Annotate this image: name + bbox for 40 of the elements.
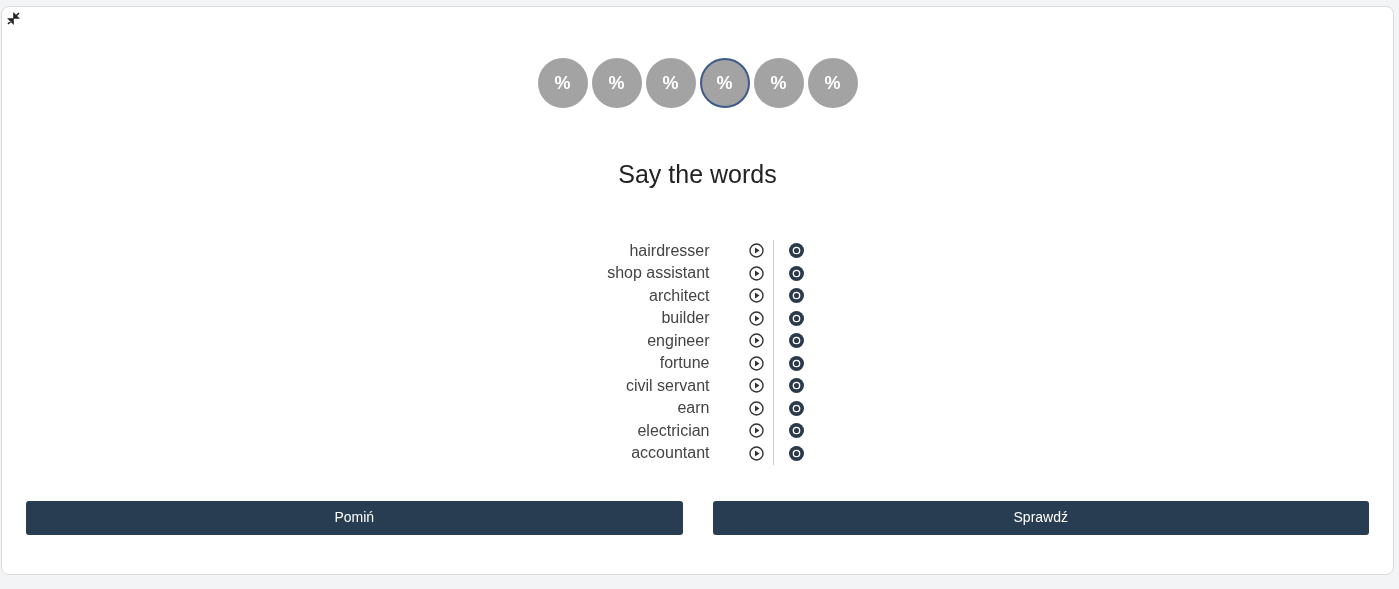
- play-icon[interactable]: [748, 333, 764, 349]
- word-text: electrician: [636, 420, 710, 441]
- record-icon[interactable]: [788, 423, 804, 439]
- word-text: accountant: [630, 443, 710, 464]
- record-icon[interactable]: [788, 243, 804, 259]
- word-text: earn: [676, 398, 710, 419]
- play-icon[interactable]: [748, 378, 764, 394]
- word-text: hairdresser: [628, 240, 710, 261]
- step-button[interactable]: %: [753, 58, 804, 108]
- skip-button[interactable]: Pomiń: [26, 500, 683, 535]
- play-icon[interactable]: [748, 445, 764, 461]
- word-text: civil servant: [624, 375, 710, 396]
- check-button[interactable]: Sprawdź: [712, 500, 1369, 535]
- play-icon[interactable]: [748, 423, 764, 439]
- record-icon[interactable]: [788, 378, 804, 394]
- page-title: Say the words: [618, 159, 777, 190]
- record-icon[interactable]: [788, 288, 804, 304]
- play-icon[interactable]: [748, 243, 764, 259]
- word-text: builder: [660, 308, 710, 329]
- play-icon[interactable]: [748, 310, 764, 326]
- word-text: architect: [648, 285, 710, 306]
- play-icon[interactable]: [748, 400, 764, 416]
- step-button[interactable]: %: [699, 58, 750, 108]
- step-button[interactable]: %: [591, 58, 642, 108]
- record-icon[interactable]: [788, 445, 804, 461]
- play-icon[interactable]: [748, 355, 764, 371]
- play-icon[interactable]: [748, 288, 764, 304]
- step-button[interactable]: %: [645, 58, 696, 108]
- step-button[interactable]: %: [537, 58, 588, 108]
- collapse-icon[interactable]: [7, 12, 20, 25]
- word-text: fortune: [658, 353, 710, 374]
- word-text: engineer: [646, 330, 710, 351]
- word-text: shop assistant: [606, 263, 710, 284]
- record-icon[interactable]: [788, 355, 804, 371]
- record-icon[interactable]: [788, 265, 804, 281]
- record-icon[interactable]: [788, 400, 804, 416]
- record-icon[interactable]: [788, 310, 804, 326]
- record-icon[interactable]: [788, 333, 804, 349]
- play-icon[interactable]: [748, 265, 764, 281]
- step-button[interactable]: %: [807, 58, 858, 108]
